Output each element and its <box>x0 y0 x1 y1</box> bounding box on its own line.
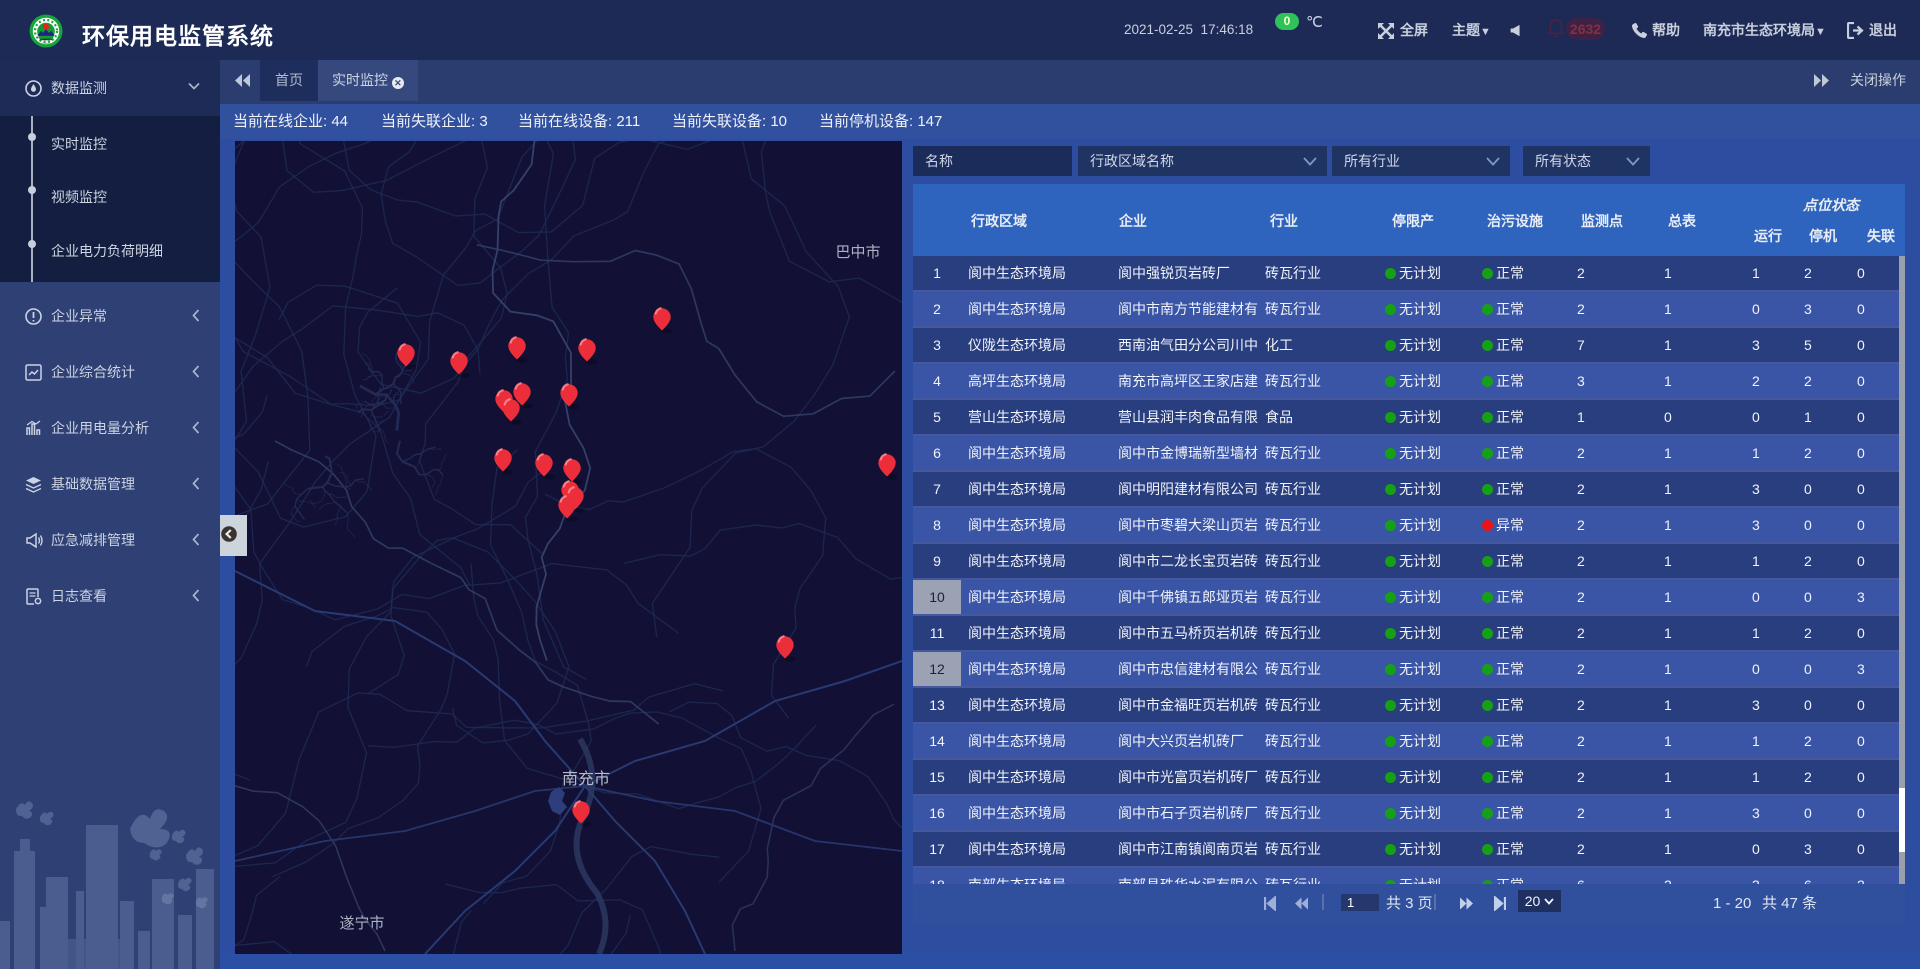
svg-text:遂宁市: 遂宁市 <box>339 915 384 932</box>
svg-text:南充市: 南充市 <box>562 770 610 788</box>
svg-text:巴中市: 巴中市 <box>835 244 880 261</box>
